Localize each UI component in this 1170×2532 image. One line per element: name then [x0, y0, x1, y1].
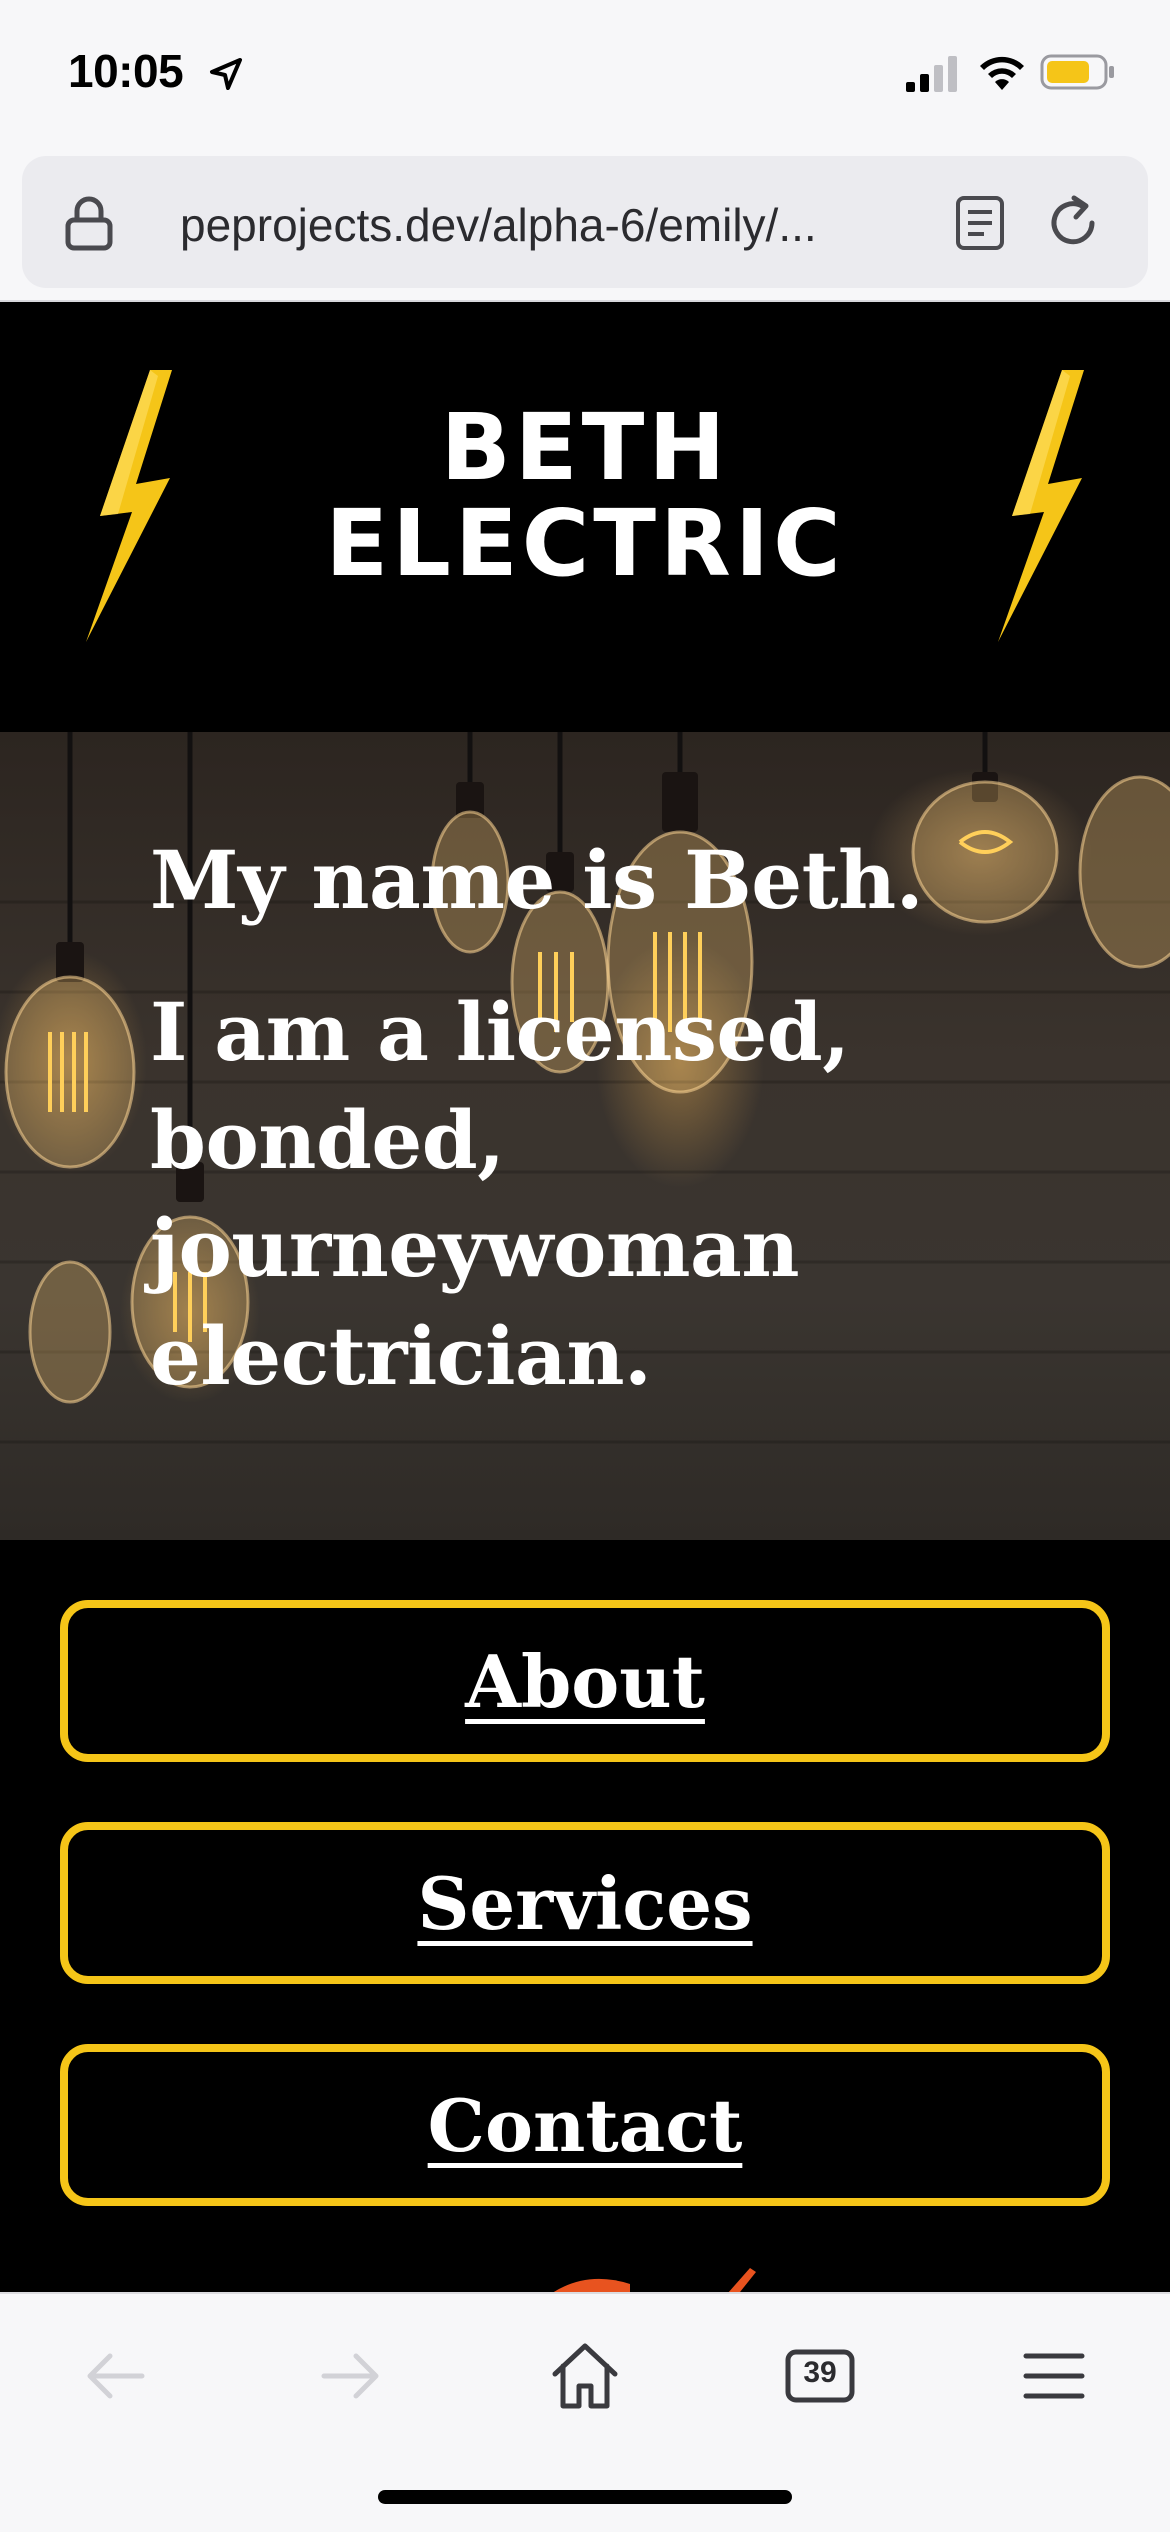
site-header: BETH ELECTRIC [0, 302, 1170, 732]
battery-icon [1040, 54, 1114, 90]
tab-count: 39 [803, 2356, 837, 2389]
back-icon[interactable] [76, 2336, 156, 2416]
hero-intro: My name is Beth. I am a licensed, bonded… [150, 830, 1050, 1410]
address-bar[interactable]: peprojects.dev/alpha-6/emily/... [22, 156, 1148, 288]
hero-subheading: I am a licensed, bonded, journeywoman el… [150, 985, 850, 1403]
brand-title-line-2: ELECTRIC [325, 490, 845, 597]
browser-toolbar: 39 [0, 2292, 1170, 2532]
about-button-label: About [465, 1638, 705, 1724]
home-indicator[interactable] [378, 2490, 792, 2504]
browser-address-area: peprojects.dev/alpha-6/emily/... [0, 150, 1170, 302]
signal-icon [906, 56, 957, 92]
home-icon[interactable] [545, 2336, 625, 2416]
services-button-label: Services [417, 1860, 753, 1946]
lightning-bolt-icon [86, 370, 172, 642]
phone-screen: 10:05 peprojects.dev/alpha-6/emily/... B… [0, 0, 1170, 2532]
status-time: 10:05 [68, 45, 184, 97]
location-arrow-icon [210, 58, 242, 90]
site-nav: About Services Contact [0, 1540, 1170, 2302]
reader-mode-icon[interactable] [952, 194, 1008, 252]
lock-icon [65, 196, 113, 251]
contact-button[interactable]: Contact [60, 2044, 1110, 2206]
reload-icon[interactable] [1042, 192, 1104, 254]
contact-button-label: Contact [427, 2082, 743, 2168]
lightning-bolt-icon [998, 370, 1084, 642]
menu-icon[interactable] [1014, 2336, 1094, 2416]
hero-section: My name is Beth. I am a licensed, bonded… [0, 732, 1170, 1540]
brand-title[interactable]: BETH ELECTRIC [235, 400, 935, 592]
services-button[interactable]: Services [60, 1822, 1110, 1984]
wifi-icon [980, 56, 1024, 90]
about-button[interactable]: About [60, 1600, 1110, 1762]
hero-heading: My name is Beth. [150, 833, 924, 927]
url-text[interactable]: peprojects.dev/alpha-6/emily/... [180, 198, 940, 254]
brand-title-line-1: BETH [440, 394, 730, 501]
status-bar: 10:05 [0, 0, 1170, 150]
forward-icon[interactable] [310, 2336, 390, 2416]
